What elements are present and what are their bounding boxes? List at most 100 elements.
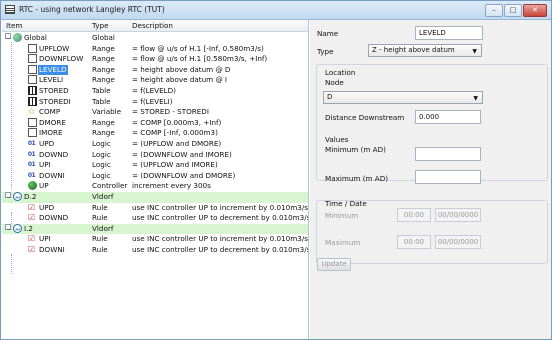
row-type: Logic: [92, 170, 111, 180]
type-select[interactable]: Z - height above datum ▼: [368, 44, 482, 57]
collapse-icon[interactable]: −: [5, 191, 11, 201]
tree-row-leveld[interactable]: LEVELD Range = height above datum @ D: [2, 64, 308, 76]
row-type: Rule: [92, 202, 108, 212]
dropdown-arrow-icon: ▼: [473, 95, 478, 102]
row-type: Range: [92, 75, 115, 85]
range-icon: [28, 117, 37, 127]
row-description: use INC controller UP to decrement by 0.…: [132, 213, 309, 223]
column-header-type[interactable]: Type: [92, 21, 109, 30]
vldorf-icon: ↔: [13, 191, 22, 201]
td-min-time-field[interactable]: 00:00: [397, 208, 431, 222]
maximize-icon[interactable]: □: [504, 4, 522, 17]
close-icon[interactable]: ✕: [523, 4, 547, 17]
distance-label: Distance Downstream: [325, 113, 405, 122]
collapse-icon[interactable]: −: [5, 223, 11, 233]
minimize-icon[interactable]: –: [485, 4, 503, 17]
row-type: Range: [92, 128, 115, 138]
row-label: DMORE: [39, 117, 66, 127]
row-type: Logic: [92, 138, 111, 148]
row-type: Rule: [92, 234, 108, 244]
tree-row-stored[interactable]: STORED Table = f(LEVELD): [2, 85, 308, 97]
row-type: Global: [92, 33, 115, 42]
tree-row-d2[interactable]: − ↔ D.2 Vldorf: [2, 191, 308, 203]
row-type: Vldorf: [92, 191, 114, 201]
node-select-value: D: [327, 93, 333, 101]
column-header-item[interactable]: Item: [6, 21, 22, 30]
tree-row-i2[interactable]: − ↔ I.2 Vldorf: [2, 223, 308, 235]
row-type: Rule: [92, 244, 108, 254]
update-button[interactable]: Update: [317, 258, 351, 271]
tree-row-upd-rule[interactable]: ☑ UPD Rule use INC controller UP to incr…: [2, 203, 308, 214]
row-type: Table: [92, 96, 111, 106]
minimum-label: Minimum (m AD): [325, 145, 386, 154]
row-type: Controller: [92, 181, 128, 191]
maximum-label: Maximum (m AD): [325, 174, 389, 183]
tree-row-comp[interactable]: ☆ COMP Variable = STORED - STOREDI: [2, 107, 308, 118]
values-label: Values: [325, 135, 349, 144]
name-field[interactable]: LEVELD: [415, 26, 483, 40]
tree-row-leveli[interactable]: LEVELI Range = height above datum @ I: [2, 75, 308, 86]
table-icon: [28, 96, 37, 106]
tree-row-up-controller[interactable]: UP Controller increment every 300s: [2, 181, 308, 192]
row-label: DOWNFLOW: [39, 54, 84, 64]
tree-row-dmore[interactable]: DMORE Range = COMP [0.000m3, +Inf): [2, 117, 308, 129]
row-label: DOWNI: [39, 170, 65, 180]
range-icon: [28, 43, 37, 53]
tree-row-downflow[interactable]: DOWNFLOW Range = flow @ u/s of H.1 [0.58…: [2, 54, 308, 65]
row-type: Logic: [92, 160, 111, 170]
item-tree-panel: Item Type Description − Global Global UP…: [2, 20, 309, 339]
tree-row-storedi[interactable]: STOREDI Table = f(LEVELI): [2, 96, 308, 108]
collapse-icon[interactable]: −: [5, 33, 11, 42]
distance-field[interactable]: 0.000: [415, 110, 481, 124]
logic-icon: 01: [27, 161, 36, 169]
node-select[interactable]: D ▼: [323, 91, 483, 104]
td-min-date-field[interactable]: 00/00/0000: [435, 208, 481, 222]
time-date-group: [316, 200, 548, 264]
tree-row-upflow[interactable]: UPFLOW Range = flow @ u/s of H.1 [-Inf, …: [2, 43, 308, 55]
tree-row-downi-rule[interactable]: ☑ DOWNI Rule use INC controller UP to de…: [2, 245, 308, 256]
td-maximum-label: Maximum: [325, 238, 361, 247]
vldorf-icon: ↔: [13, 223, 22, 233]
node-label: Node: [325, 78, 344, 87]
td-max-date-field[interactable]: 00/00/0000: [435, 235, 481, 249]
tree-row-downd-logic[interactable]: 01 DOWND Logic = (DOWNFLOW and IMORE): [2, 150, 308, 161]
row-description: increment every 300s: [132, 181, 211, 191]
maximum-field[interactable]: [415, 170, 481, 184]
globe-icon: [13, 33, 22, 42]
row-label: IMORE: [39, 128, 63, 138]
td-max-time-field[interactable]: 00:00: [397, 235, 431, 249]
row-label: UPI: [39, 234, 51, 244]
row-label: UPD: [39, 138, 55, 148]
tree-row-downd-rule[interactable]: ☑ DOWND Rule use INC controller UP to de…: [2, 213, 308, 224]
row-label: UPI: [39, 160, 51, 170]
column-header-description[interactable]: Description: [132, 21, 173, 30]
tree-row-upd-logic[interactable]: 01 UPD Logic = (UPFLOW and DMORE): [2, 139, 308, 150]
row-type: Rule: [92, 213, 108, 223]
rtc-window: RTC - using network Langley RTC (TUT) – …: [0, 0, 552, 340]
row-type: Table: [92, 85, 111, 95]
tree-row-upi-rule[interactable]: ☑ UPI Rule use INC controller UP to incr…: [2, 234, 308, 245]
properties-panel: Name LEVELD Type Z - height above datum …: [310, 20, 551, 339]
type-select-value: Z - height above datum: [372, 46, 455, 54]
tree-row-upi-logic[interactable]: 01 UPI Logic = (UPFLOW and IMORE): [2, 160, 308, 171]
row-type: Vldorf: [92, 223, 114, 233]
row-description: use INC controller UP to increment by 0.…: [132, 234, 308, 244]
tree-line: [11, 254, 12, 274]
row-label: I.2: [24, 223, 33, 233]
item-tree: − Global Global UPFLOW Range = flow @ u/…: [2, 33, 308, 255]
range-icon: [28, 64, 37, 74]
tree-row-global[interactable]: − Global Global: [2, 33, 308, 44]
row-label-selected: LEVELD: [38, 64, 68, 76]
minimum-field[interactable]: [415, 147, 481, 161]
row-description: = flow @ u/s of H.1 [-Inf, 0.580m3/s): [132, 43, 264, 53]
rule-icon: ☑: [27, 213, 36, 223]
row-description: = height above datum @ D: [132, 64, 231, 74]
row-label: LEVELI: [39, 75, 64, 85]
row-label: COMP: [39, 107, 61, 117]
tree-row-imore[interactable]: IMORE Range = COMP [-Inf, 0.000m3): [2, 128, 308, 139]
name-label: Name: [317, 29, 339, 38]
row-label: UPFLOW: [39, 43, 70, 53]
tree-row-downi-logic[interactable]: 01 DOWNI Logic = (DOWNFLOW and DMORE): [2, 171, 308, 182]
logic-icon: 01: [27, 139, 36, 147]
row-description: = flow @ u/s of H.1 [0.580m3/s, +Inf): [132, 54, 268, 64]
